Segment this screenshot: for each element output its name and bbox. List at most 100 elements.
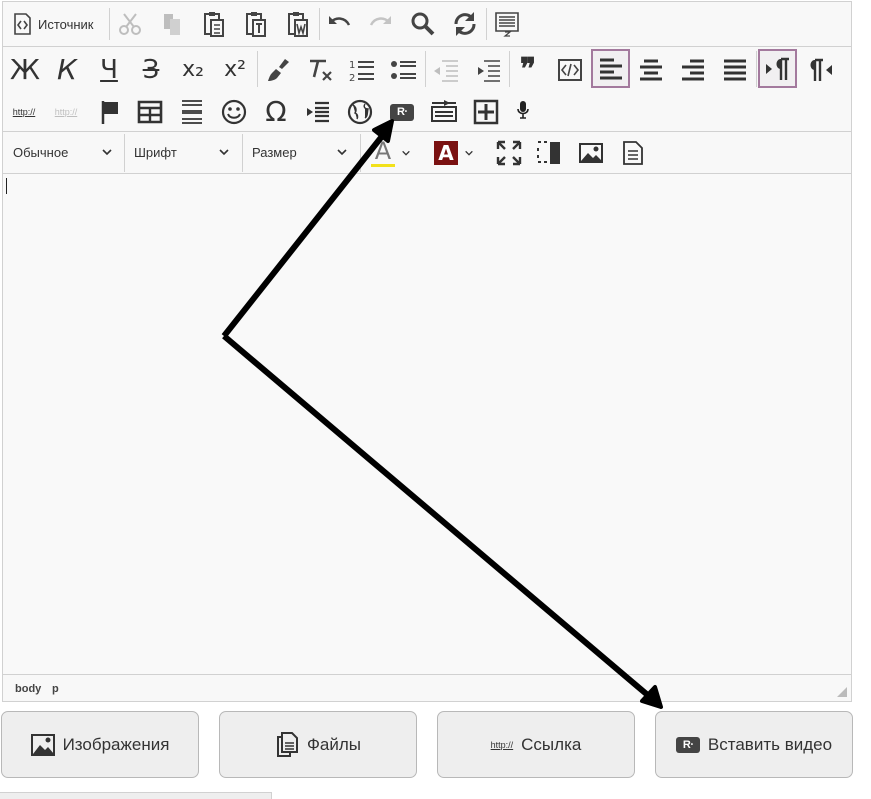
show-blocks-button[interactable] — [532, 137, 566, 169]
redo-button[interactable] — [366, 10, 396, 38]
indent-button[interactable] — [471, 53, 505, 87]
bg-color-glyph: A — [434, 141, 458, 165]
indent-icon — [478, 60, 500, 82]
table-button[interactable] — [133, 96, 167, 128]
separator — [486, 8, 487, 40]
italic-button[interactable]: К — [49, 53, 85, 87]
smiley-icon — [221, 99, 247, 125]
format-combo[interactable]: Обычное — [3, 132, 125, 173]
link-button[interactable]: http:// — [7, 96, 41, 128]
files-button[interactable]: Файлы — [219, 711, 417, 778]
smiley-button[interactable] — [217, 96, 251, 128]
copy-button[interactable] — [157, 10, 187, 38]
unlink-glyph: http:// — [54, 107, 78, 117]
maximize-button[interactable] — [492, 137, 526, 169]
blockquote-button[interactable]: ❞ — [511, 53, 545, 87]
paste-icon — [204, 12, 224, 37]
rutube-glyph: R — [396, 106, 405, 118]
bold-glyph: Ж — [9, 53, 41, 86]
copy-format-button[interactable] — [261, 53, 295, 87]
numbered-list-button[interactable]: 12 — [345, 53, 379, 87]
paste-button[interactable] — [199, 10, 229, 38]
editor-content-area[interactable] — [3, 174, 851, 674]
justify-button[interactable] — [718, 53, 752, 87]
bottom-panel-edge — [0, 792, 272, 799]
replace-button[interactable] — [450, 10, 480, 38]
insert-video-label: Вставить видео — [707, 734, 833, 754]
quote-glyph: ❞ — [519, 52, 537, 87]
superscript-button[interactable]: x² — [217, 53, 253, 87]
page-break-button[interactable] — [301, 96, 335, 128]
templates-button[interactable] — [616, 137, 650, 169]
align-right-button[interactable] — [676, 53, 710, 87]
add-icon — [473, 99, 499, 125]
iframe-button[interactable] — [343, 96, 377, 128]
underline-button[interactable]: Ч — [91, 53, 127, 87]
table-icon — [137, 100, 163, 124]
code-snippet-button[interactable] — [553, 53, 587, 87]
link-insert-button[interactable]: http:// Ссылка — [437, 711, 635, 778]
insert-video-button[interactable]: R • Вставить видео — [655, 711, 853, 778]
video-icon-glyph: R — [682, 738, 691, 751]
horizontal-rule-button[interactable] — [175, 96, 209, 128]
svg-text:1: 1 — [349, 60, 355, 71]
special-char-button[interactable]: Ω — [259, 96, 293, 128]
add-button[interactable] — [469, 96, 503, 128]
align-center-button[interactable] — [634, 53, 668, 87]
toolbar-row-3: http:// http:// Ω R • — [3, 92, 851, 132]
templates-icon — [623, 141, 643, 165]
resize-handle-icon[interactable] — [837, 687, 847, 697]
undo-button[interactable] — [324, 10, 354, 38]
voice-input-button[interactable] — [509, 96, 537, 124]
remove-format-button[interactable] — [303, 53, 337, 87]
paste-word-button[interactable] — [283, 10, 313, 38]
source-button[interactable]: Источник — [11, 10, 94, 38]
element-path-bar: body p — [3, 674, 851, 701]
path-item-p[interactable]: p — [52, 683, 59, 695]
bold-button[interactable]: Ж — [7, 53, 43, 87]
text-direction-rtl-button[interactable] — [803, 53, 837, 87]
separator — [319, 8, 320, 40]
separator — [425, 51, 426, 87]
unlink-button[interactable]: http:// — [49, 96, 83, 128]
align-left-button[interactable] — [591, 49, 630, 88]
page-break-icon — [307, 101, 329, 123]
paste-text-icon — [246, 12, 266, 37]
separator — [257, 51, 258, 87]
text-direction-ltr-button[interactable] — [758, 49, 797, 88]
select-all-button[interactable] — [492, 10, 522, 38]
font-combo[interactable]: Шрифт — [124, 132, 242, 173]
cut-icon — [119, 13, 141, 35]
text-color-button[interactable]: A — [366, 137, 416, 169]
rutube-video-icon: R • — [675, 736, 700, 753]
bullet-list-button[interactable] — [387, 53, 421, 87]
files-icon — [276, 731, 298, 757]
strike-button[interactable]: З — [133, 53, 169, 87]
toolbar-row-1: Источник — [3, 2, 851, 47]
horizontal-rule-icon — [182, 100, 202, 124]
numbered-list-icon: 12 — [349, 60, 374, 83]
images-button[interactable]: Изображения — [1, 711, 199, 778]
insert-image-button[interactable] — [574, 137, 608, 169]
redo-icon — [369, 16, 391, 26]
rutube-icon: R • — [390, 103, 414, 121]
find-icon — [411, 12, 435, 36]
link-glyph: http:// — [12, 107, 36, 117]
path-item-body[interactable]: body — [15, 683, 41, 695]
background-color-button[interactable]: A — [430, 137, 478, 169]
omega-glyph: Ω — [265, 95, 287, 128]
outdent-button[interactable] — [429, 53, 463, 87]
source-label: Источник — [38, 16, 94, 32]
anchor-icon — [101, 101, 118, 124]
rutube-video-button[interactable]: R • — [385, 96, 419, 128]
image-icon — [579, 143, 603, 163]
size-combo[interactable]: Размер — [242, 132, 360, 173]
anchor-button[interactable] — [93, 96, 127, 128]
paste-text-button[interactable] — [241, 10, 271, 38]
marquee-button[interactable] — [427, 96, 461, 128]
remove-format-icon — [310, 59, 332, 81]
chevron-down-icon — [337, 149, 347, 156]
subscript-button[interactable]: x₂ — [175, 53, 211, 87]
find-button[interactable] — [408, 10, 438, 38]
cut-button[interactable] — [115, 10, 145, 38]
